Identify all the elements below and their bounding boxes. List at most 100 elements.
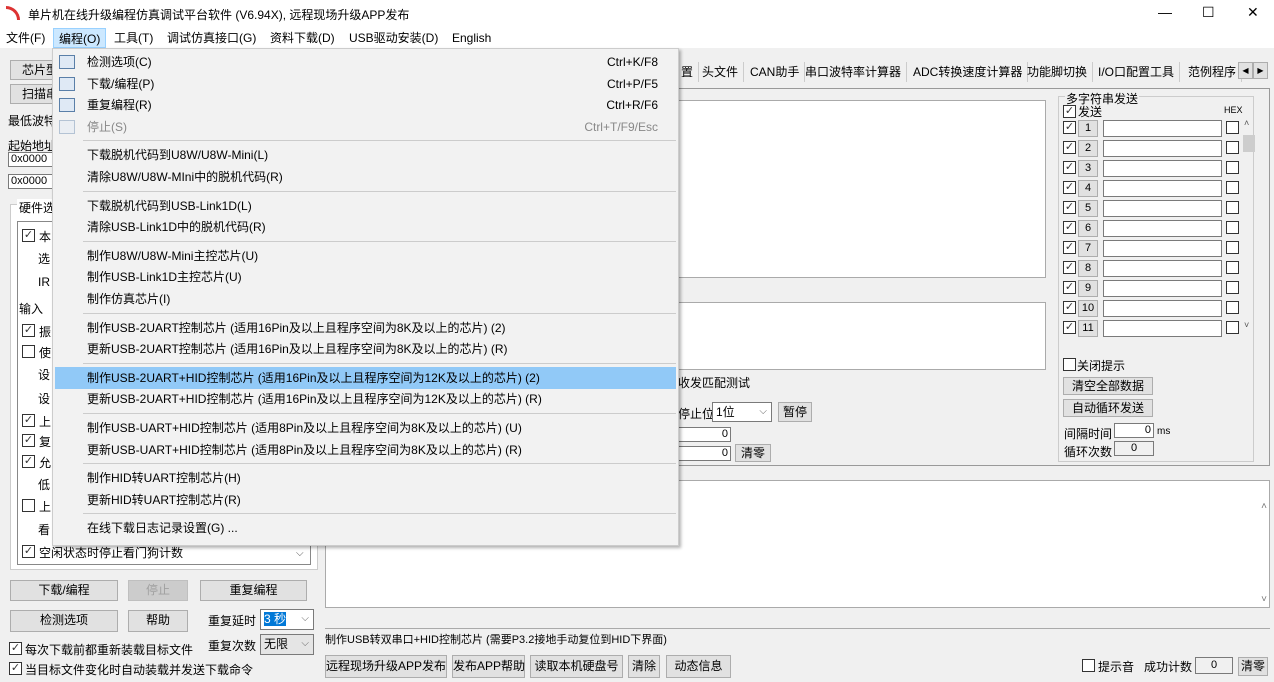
menu-downloads[interactable]: 资料下载(D)	[265, 28, 340, 48]
row-string-input[interactable]	[1103, 240, 1222, 257]
beep-checkbox[interactable]	[1082, 659, 1095, 672]
dynamic-info-button[interactable]: 动态信息	[666, 655, 731, 678]
menu-item[interactable]: 下载/编程(P) Ctrl+P/F5	[55, 73, 676, 95]
scroll-down-icon[interactable]: ˅	[1244, 320, 1249, 330]
menu-item[interactable]: 更新USB-2UART控制芯片 (适用16Pin及以上且程序空间为8K及以上的芯…	[55, 338, 676, 360]
publish-app-button[interactable]: 远程现场升级APP发布	[325, 655, 447, 678]
menu-item[interactable]: 重复编程(R) Ctrl+R/F6	[55, 94, 676, 116]
menu-item[interactable]: 更新USB-2UART+HID控制芯片 (适用16Pin及以上且程序空间为12K…	[55, 388, 676, 410]
row-hex-checkbox[interactable]	[1226, 221, 1239, 234]
row-send-button[interactable]: 5	[1078, 200, 1098, 217]
hardware-option-checkbox[interactable]: ✓	[22, 455, 35, 468]
menu-item[interactable]: 制作USB-Link1D主控芯片(U)	[55, 266, 676, 288]
row-send-button[interactable]: 11	[1078, 320, 1098, 337]
row-send-button[interactable]: 10	[1078, 300, 1098, 317]
menu-item[interactable]: 制作U8W/U8W-Mini主控芯片(U)	[55, 245, 676, 267]
row-send-button[interactable]: 2	[1078, 140, 1098, 157]
row-hex-checkbox[interactable]	[1226, 161, 1239, 174]
repeat-delay-select[interactable]: 3 秒 ⌵	[260, 609, 314, 630]
hardware-option-checkbox[interactable]: ✓	[22, 414, 35, 427]
row-string-input[interactable]	[1103, 300, 1222, 317]
menu-english[interactable]: English	[447, 28, 496, 48]
row-send-checkbox[interactable]: ✓	[1063, 321, 1076, 334]
close-button[interactable]: ✕	[1247, 4, 1259, 21]
stop-button[interactable]: 停止	[128, 580, 188, 601]
row-send-checkbox[interactable]: ✓	[1063, 181, 1076, 194]
send-textarea[interactable]	[676, 302, 1046, 370]
chevron-down-icon[interactable]: ⌵	[296, 548, 304, 559]
row-send-checkbox[interactable]: ✓	[1063, 221, 1076, 234]
stop-bits-select[interactable]: 1位 ⌵	[712, 402, 772, 422]
menu-item[interactable]: 更新USB-UART+HID控制芯片 (适用8Pin及以上且程序空间为8K及以上…	[55, 439, 676, 461]
row-string-input[interactable]	[1103, 140, 1222, 157]
send-all-checkbox[interactable]: ✓	[1063, 105, 1076, 118]
menu-item[interactable]: 制作仿真芯片(I)	[55, 288, 676, 310]
repeat-program-button[interactable]: 重复编程	[200, 580, 307, 601]
menu-debug[interactable]: 调试仿真接口(G)	[162, 28, 261, 48]
row-hex-checkbox[interactable]	[1226, 261, 1239, 274]
read-disk-button[interactable]: 读取本机硬盘号	[530, 655, 623, 678]
tab-config[interactable]: 置	[676, 62, 700, 82]
pause-button[interactable]: 暂停	[778, 402, 812, 422]
row-string-input[interactable]	[1103, 320, 1222, 337]
row-send-checkbox[interactable]: ✓	[1063, 161, 1076, 174]
row-send-checkbox[interactable]: ✓	[1063, 241, 1076, 254]
clear-all-button[interactable]: 清空全部数据	[1063, 377, 1153, 395]
row-hex-checkbox[interactable]	[1226, 121, 1239, 134]
row-send-checkbox[interactable]: ✓	[1063, 141, 1076, 154]
row-send-button[interactable]: 6	[1078, 220, 1098, 237]
tab-scroll-right-icon[interactable]: ▶	[1253, 62, 1268, 79]
menu-item[interactable]: 制作HID转UART控制芯片(H)	[55, 467, 676, 489]
menu-item[interactable]: 检测选项(C) Ctrl+K/F8	[55, 51, 676, 73]
row-string-input[interactable]	[1103, 220, 1222, 237]
scroll-down-icon[interactable]: ˅	[1261, 594, 1267, 605]
row-send-checkbox[interactable]: ✓	[1063, 301, 1076, 314]
menu-item[interactable]: 下载脱机代码到U8W/U8W-Mini(L)	[55, 144, 676, 166]
clear-count-button[interactable]: 清零	[735, 444, 771, 462]
row-string-input[interactable]	[1103, 260, 1222, 277]
tab-examples[interactable]: 范例程序	[1183, 62, 1243, 82]
tab-header-file[interactable]: 头文件	[697, 62, 745, 82]
tab-scroll-left-icon[interactable]: ◀	[1238, 62, 1253, 79]
row-send-checkbox[interactable]: ✓	[1063, 201, 1076, 214]
row-send-checkbox[interactable]: ✓	[1063, 261, 1076, 274]
clear-output-button[interactable]: 清除	[628, 655, 660, 678]
hardware-option-checkbox[interactable]	[22, 345, 35, 358]
row-send-button[interactable]: 1	[1078, 120, 1098, 137]
tab-pin-switch[interactable]: 功能脚切换	[1022, 62, 1094, 82]
row-hex-checkbox[interactable]	[1226, 201, 1239, 214]
auto-loop-button[interactable]: 自动循环发送	[1063, 399, 1153, 417]
tab-adc-calculator[interactable]: ADC转换速度计算器	[908, 62, 1029, 82]
menu-item[interactable]: 清除U8W/U8W-MIni中的脱机代码(R)	[55, 166, 676, 188]
row-send-checkbox[interactable]: ✓	[1063, 281, 1076, 294]
row-string-input[interactable]	[1103, 200, 1222, 217]
receive-textarea[interactable]	[676, 100, 1046, 278]
menu-file[interactable]: 文件(F)	[1, 28, 50, 48]
menu-item[interactable]: 清除USB-Link1D中的脱机代码(R)	[55, 216, 676, 238]
row-send-checkbox[interactable]: ✓	[1063, 121, 1076, 134]
scroll-thumb[interactable]	[1243, 135, 1255, 152]
menu-item[interactable]: 下载脱机代码到USB-Link1D(L)	[55, 195, 676, 217]
row-hex-checkbox[interactable]	[1226, 281, 1239, 294]
hardware-option-checkbox[interactable]: ✓	[22, 545, 35, 558]
minimize-button[interactable]: —	[1158, 4, 1172, 20]
scroll-up-icon[interactable]: ˄	[1244, 118, 1249, 128]
row-send-button[interactable]: 3	[1078, 160, 1098, 177]
row-hex-checkbox[interactable]	[1226, 321, 1239, 334]
row-string-input[interactable]	[1103, 280, 1222, 297]
menu-item[interactable]: 停止(S) Ctrl+T/F9/Esc	[55, 116, 676, 138]
close-tip-checkbox[interactable]	[1063, 358, 1076, 371]
menu-program[interactable]: 编程(O)	[53, 28, 107, 48]
interval-input[interactable]: 0	[1114, 423, 1154, 438]
maximize-button[interactable]: ☐	[1202, 4, 1215, 21]
tab-io-config[interactable]: I/O口配置工具	[1093, 62, 1181, 82]
help-button[interactable]: 帮助	[128, 610, 188, 632]
menu-item[interactable]: 更新HID转UART控制芯片(R)	[55, 489, 676, 511]
row-string-input[interactable]	[1103, 120, 1222, 137]
hardware-option-checkbox[interactable]: ✓	[22, 434, 35, 447]
menu-item[interactable]: 制作USB-2UART+HID控制芯片 (适用16Pin及以上且程序空间为12K…	[55, 366, 676, 389]
menu-item[interactable]: 制作USB-2UART控制芯片 (适用16Pin及以上且程序空间为8K及以上的芯…	[55, 317, 676, 339]
zero-count-button[interactable]: 清零	[1238, 657, 1268, 676]
hardware-option-checkbox[interactable]: ✓	[22, 229, 35, 242]
menu-usb-driver[interactable]: USB驱动安装(D)	[344, 28, 443, 48]
